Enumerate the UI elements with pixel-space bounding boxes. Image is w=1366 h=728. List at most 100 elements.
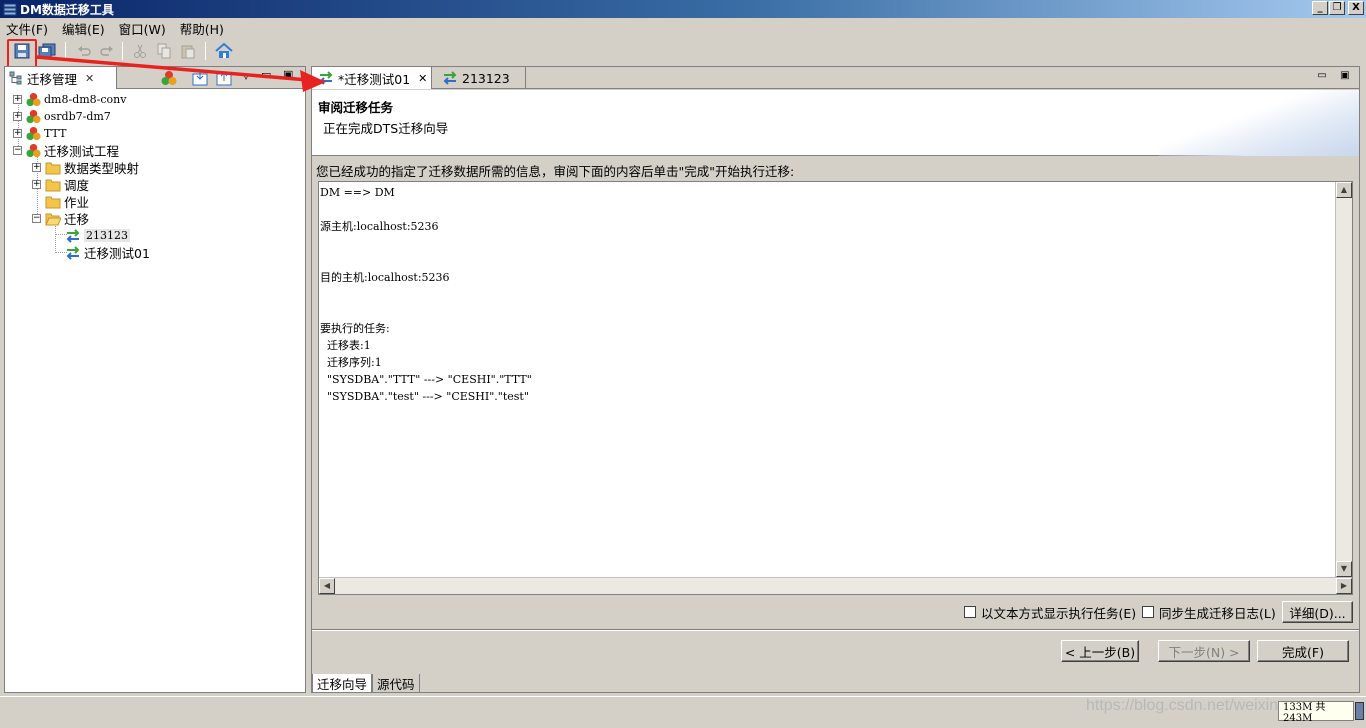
collapse-icon[interactable]: − (13, 146, 22, 155)
review-line: 源主机:localhost:5236 (320, 220, 439, 233)
view-menu-icon[interactable]: ▿ (243, 69, 249, 83)
review-line: 要执行的任务: (320, 322, 390, 335)
menu-window[interactable]: 窗口(W) (119, 19, 166, 38)
vertical-scrollbar[interactable]: ▲ ▼ (1335, 182, 1352, 577)
scroll-down-icon[interactable]: ▼ (1336, 561, 1352, 577)
text-mode-option[interactable]: 以文本方式显示执行任务(E) (964, 602, 1136, 622)
project-icon (26, 126, 41, 141)
expand-icon[interactable]: + (13, 112, 22, 121)
tree-node-migrations[interactable]: − 迁移 (32, 210, 89, 227)
tree-node-migration-test-project[interactable]: − 迁移测试工程 (13, 142, 119, 159)
menu-help[interactable]: 帮助(H) (180, 19, 224, 38)
project-icon (26, 92, 41, 107)
undo-icon (78, 46, 91, 56)
tree-node-schedule[interactable]: + 调度 (32, 176, 89, 193)
tree-node-dm8-dm8-conv[interactable]: + dm8-dm8-conv (13, 91, 126, 108)
new-project-icon[interactable] (161, 70, 177, 86)
undo-button[interactable] (74, 41, 94, 61)
tab-source-code[interactable]: 源代码 (372, 674, 420, 693)
migration-icon (443, 71, 457, 85)
open-folder-icon (45, 213, 61, 225)
migration-icon (66, 245, 80, 260)
menu-file[interactable]: 文件(F) (6, 19, 48, 38)
close-button[interactable]: X (1348, 1, 1364, 15)
tab-213123[interactable]: 213123 (436, 67, 526, 89)
paste-button[interactable] (178, 41, 198, 61)
review-line: 迁移表:1 (320, 339, 371, 352)
sync-log-checkbox[interactable] (1142, 606, 1154, 618)
tab-migration-test-01[interactable]: *迁移测试01 ✕ (312, 67, 432, 89)
cut-button[interactable] (130, 41, 150, 61)
review-line (320, 286, 532, 303)
next-button[interactable]: 下一步(N) > (1158, 640, 1250, 662)
expand-icon[interactable]: + (32, 163, 41, 172)
import-icon[interactable] (192, 70, 208, 86)
expand-icon[interactable]: + (32, 180, 41, 189)
expand-icon[interactable]: + (13, 129, 22, 138)
maximize-view-icon[interactable]: ▣ (283, 68, 293, 81)
tree-node-datatype-mapping[interactable]: + 数据类型映射 (32, 159, 139, 176)
review-line: 迁移序列:1 (320, 356, 382, 369)
close-tab-icon[interactable]: ✕ (85, 72, 94, 85)
copy-icon (157, 43, 171, 59)
title-bar: DM数据迁移工具 _ ❐ X (0, 0, 1366, 18)
finish-button[interactable]: 完成(F) (1257, 640, 1349, 662)
expand-icon[interactable]: + (13, 95, 22, 104)
app-icon (3, 3, 17, 16)
editor-tabstrip: *迁移测试01 ✕ 213123 ▭ ▣ (312, 67, 1359, 89)
close-tab-icon[interactable]: ✕ (418, 72, 427, 85)
redo-icon (100, 46, 113, 56)
tree-node-213123[interactable]: 213123 (65, 227, 130, 244)
window-title: DM数据迁移工具 (20, 3, 114, 17)
copy-button[interactable] (154, 41, 174, 61)
home-button[interactable] (214, 41, 234, 61)
previous-button[interactable]: < 上一步(B) (1061, 640, 1139, 662)
minimize-button[interactable]: _ (1312, 1, 1328, 15)
menu-edit[interactable]: 编辑(E) (62, 19, 105, 38)
wizard-subtitle: 正在完成DTS迁移向导 (323, 121, 449, 136)
review-line (320, 235, 532, 252)
save-all-icon (38, 43, 56, 59)
scroll-up-icon[interactable]: ▲ (1336, 182, 1352, 198)
scroll-right-icon[interactable]: ▶ (1336, 578, 1352, 594)
export-icon[interactable] (216, 70, 232, 86)
tab-migration-wizard[interactable]: 迁移向导 (312, 674, 373, 693)
watermark-text: https://blog.csdn.net/weixin (1086, 697, 1279, 714)
tree-node-jobs[interactable]: 作业 (45, 193, 89, 210)
save-all-button[interactable] (37, 41, 57, 61)
editor-bottom-tabs: 迁移向导 源代码 (312, 674, 420, 693)
migration-manager-panel: 迁移管理 ✕ ▿ ▭ ▣ + dm8-dm8-conv + osrdb7-dm7… (4, 66, 306, 693)
tree-node-migration-test-01[interactable]: 迁移测试01 (65, 244, 150, 261)
tree-node-osrdb7-dm7[interactable]: + osrdb7-dm7 (13, 108, 111, 125)
maximize-editor-icon[interactable]: ▣ (1339, 71, 1351, 83)
toolbar (0, 38, 1366, 64)
review-line: "SYSDBA"."test" ---> "CESHI"."test" (320, 390, 529, 403)
review-line: "SYSDBA"."TTT" ---> "CESHI"."TTT" (320, 373, 532, 386)
folder-icon (45, 179, 61, 191)
tab-migration-manager[interactable]: 迁移管理 ✕ (5, 67, 117, 89)
details-button[interactable]: 详细(D)... (1282, 601, 1353, 623)
migration-icon (66, 228, 80, 243)
tree-node-ttt[interactable]: + TTT (13, 125, 66, 142)
restore-button[interactable]: ❐ (1329, 1, 1345, 15)
sync-log-option[interactable]: 同步生成迁移日志(L) (1142, 602, 1276, 622)
review-line (320, 303, 532, 320)
cut-icon (134, 44, 146, 58)
review-textarea[interactable]: DM ==> DM 源主机:localhost:5236 目的主机:localh… (318, 181, 1353, 595)
minimize-view-icon[interactable]: ▭ (261, 68, 271, 81)
redo-button[interactable] (97, 41, 117, 61)
horizontal-scrollbar[interactable]: ◀ ▶ (319, 577, 1352, 594)
review-line (320, 252, 532, 269)
folder-icon (45, 162, 61, 174)
annotation-highlight-box (7, 39, 37, 69)
review-content: DM ==> DM 源主机:localhost:5236 目的主机:localh… (320, 184, 532, 405)
paste-icon (181, 45, 195, 59)
text-mode-checkbox[interactable] (964, 606, 976, 618)
folder-icon (45, 196, 61, 208)
garbage-collect-icon[interactable] (1355, 702, 1364, 720)
wizard-title: 审阅迁移任务 (318, 100, 394, 115)
scroll-left-icon[interactable]: ◀ (319, 578, 335, 594)
left-panel-tabstrip: 迁移管理 ✕ ▿ ▭ ▣ (5, 67, 305, 89)
minimize-editor-icon[interactable]: ▭ (1316, 71, 1328, 83)
collapse-icon[interactable]: − (32, 214, 41, 223)
